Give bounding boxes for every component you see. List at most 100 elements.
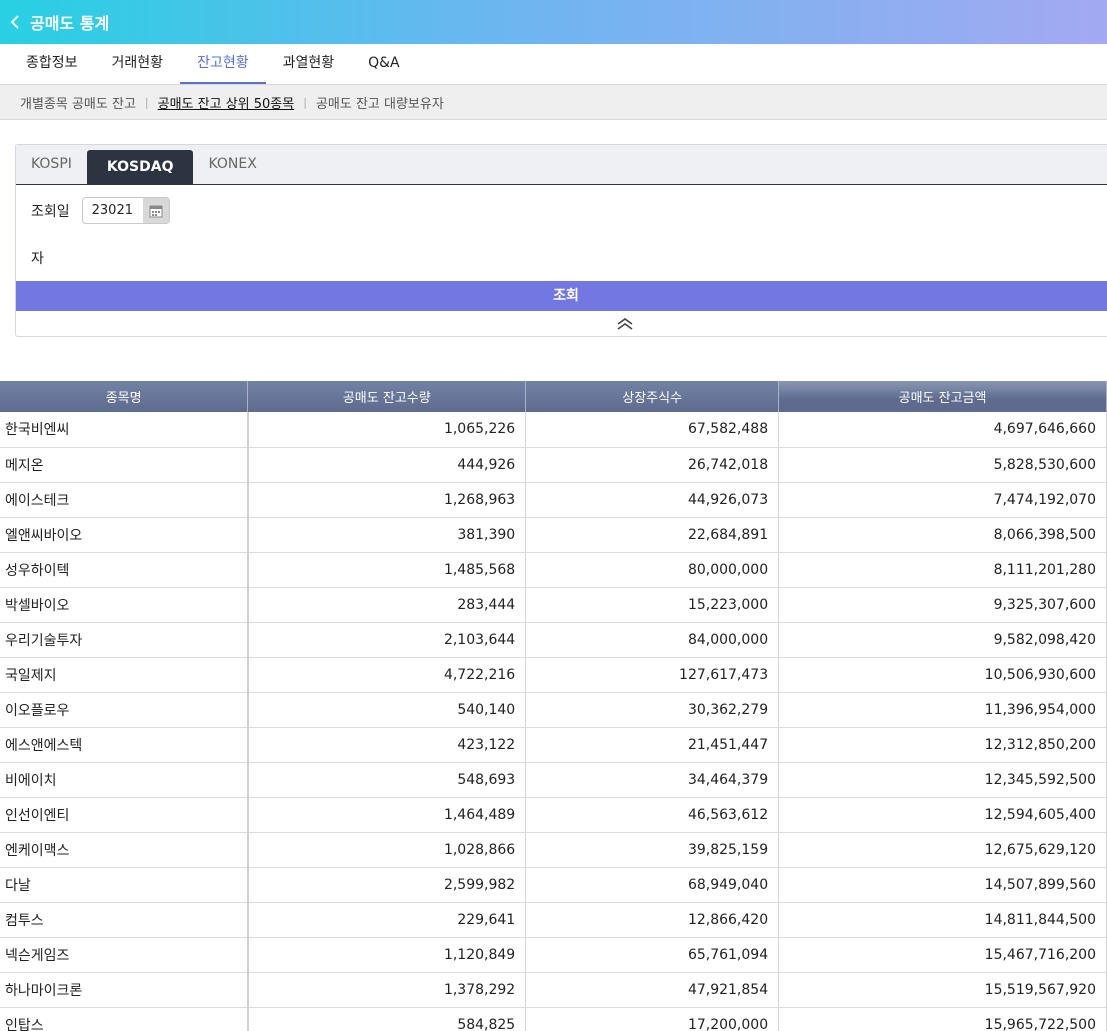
table-row[interactable]: 한국비엔씨 1,065,226 67,582,488 4,697,646,660 xyxy=(0,412,1107,448)
table-row[interactable]: 박셀바이오 283,444 15,223,000 9,325,307,600 xyxy=(0,587,1107,623)
cell-short-quantity: 381,390 xyxy=(247,517,527,553)
cell-stock-name: 박셀바이오 xyxy=(0,587,249,623)
table-row[interactable]: 하나마이크론 1,378,292 47,921,854 15,519,567,920 xyxy=(0,972,1107,1008)
cell-listed-shares: 34,464,379 xyxy=(525,762,780,798)
table-row[interactable]: 엔케이맥스 1,028,866 39,825,159 12,675,629,120 xyxy=(0,832,1107,868)
tab-konex[interactable]: KONEX xyxy=(193,145,271,184)
tab-overview[interactable]: 종합정보 xyxy=(0,44,95,84)
header-stock-name[interactable]: 종목명 xyxy=(0,381,249,412)
cell-short-quantity: 1,485,568 xyxy=(247,552,527,588)
cell-short-amount: 5,828,530,600 xyxy=(778,447,1107,483)
cell-short-amount: 15,965,722,500 xyxy=(778,1007,1107,1031)
table-row[interactable]: 인탑스 584,825 17,200,000 15,965,722,500 xyxy=(0,1007,1107,1031)
cell-stock-name: 우리기술투자 xyxy=(0,622,249,658)
table-row[interactable]: 에이스테크 1,268,963 44,926,073 7,474,192,070 xyxy=(0,482,1107,518)
tab-balance[interactable]: 잔고현황 xyxy=(180,44,266,84)
table-row[interactable]: 엘앤씨바이오 381,390 22,684,891 8,066,398,500 xyxy=(0,517,1107,553)
subnav-item-individual[interactable]: 개별종목 공매도 잔고 xyxy=(20,93,136,112)
table-row[interactable]: 에스앤에스텍 423,122 21,451,447 12,312,850,200 xyxy=(0,727,1107,763)
cell-short-amount: 14,507,899,560 xyxy=(778,867,1107,903)
cell-listed-shares: 67,582,488 xyxy=(525,412,780,448)
header-short-quantity[interactable]: 공매도 잔고수량 xyxy=(247,381,527,412)
tab-kosdaq[interactable]: KOSDAQ xyxy=(86,150,194,184)
table-row[interactable]: 우리기술투자 2,103,644 84,000,000 9,582,098,420 xyxy=(0,622,1107,658)
cell-short-quantity: 1,120,849 xyxy=(247,937,527,973)
table-row[interactable]: 이오플로우 540,140 30,362,279 11,396,954,000 xyxy=(0,692,1107,728)
cell-listed-shares: 80,000,000 xyxy=(525,552,780,588)
cell-stock-name: 인선이엔티 xyxy=(0,797,249,833)
cell-stock-name: 한국비엔씨 xyxy=(0,412,249,448)
table-row[interactable]: 성우하이텍 1,485,568 80,000,000 8,111,201,280 xyxy=(0,552,1107,588)
cell-stock-name: 메지온 xyxy=(0,447,249,483)
cell-stock-name: 성우하이텍 xyxy=(0,552,249,588)
cell-stock-name: 인탑스 xyxy=(0,1007,249,1031)
table-row[interactable]: 인선이엔티 1,464,489 46,563,612 12,594,605,400 xyxy=(0,797,1107,833)
table-row[interactable]: 비에이치 548,693 34,464,379 12,345,592,500 xyxy=(0,762,1107,798)
sub-navigation: 개별종목 공매도 잔고 | 공매도 잔고 상위 50종목 | 공매도 잔고 대량… xyxy=(0,85,1107,120)
cell-listed-shares: 44,926,073 xyxy=(525,482,780,518)
cell-short-quantity: 444,926 xyxy=(247,447,527,483)
search-button[interactable]: 조회 xyxy=(16,281,1107,311)
collapse-chevron-icon[interactable] xyxy=(616,316,634,330)
cell-short-quantity: 1,464,489 xyxy=(247,797,527,833)
cell-short-amount: 8,111,201,280 xyxy=(778,552,1107,588)
table-header-row: 종목명 공매도 잔고수량 상장주식수 공매도 잔고금액 xyxy=(0,381,1107,412)
table-row[interactable]: 다날 2,599,982 68,949,040 14,507,899,560 xyxy=(0,867,1107,903)
cell-short-quantity: 1,378,292 xyxy=(247,972,527,1008)
page-title: 공매도 통계 xyxy=(30,14,110,33)
search-panel: KOSPI KOSDAQ KONEX 조회일 23021 자 조회 xyxy=(15,144,1107,337)
cell-stock-name: 하나마이크론 xyxy=(0,972,249,1008)
cell-stock-name: 에스앤에스텍 xyxy=(0,727,249,763)
tab-qna[interactable]: Q&A xyxy=(351,44,417,84)
title-bar: 공매도 통계 xyxy=(0,0,1107,44)
subnav-divider: | xyxy=(144,95,149,109)
cell-listed-shares: 39,825,159 xyxy=(525,832,780,868)
cell-short-quantity: 1,268,963 xyxy=(247,482,527,518)
subnav-item-top50[interactable]: 공매도 잔고 상위 50종목 xyxy=(158,93,295,112)
cell-listed-shares: 15,223,000 xyxy=(525,587,780,623)
cell-listed-shares: 65,761,094 xyxy=(525,937,780,973)
header-listed-shares[interactable]: 상장주식수 xyxy=(525,381,780,412)
tab-kospi[interactable]: KOSPI xyxy=(16,145,87,184)
date-value[interactable]: 23021 xyxy=(83,203,143,218)
cell-stock-name: 엔케이맥스 xyxy=(0,832,249,868)
cell-short-quantity: 229,641 xyxy=(247,902,527,938)
tab-trading[interactable]: 거래현황 xyxy=(95,44,181,84)
tab-overheat[interactable]: 과열현황 xyxy=(266,44,352,84)
cell-stock-name: 넥슨게임즈 xyxy=(0,937,249,973)
short-balance-table: 종목명 공매도 잔고수량 상장주식수 공매도 잔고금액 한국비엔씨 1,065,2… xyxy=(0,381,1107,1031)
cell-listed-shares: 22,684,891 xyxy=(525,517,780,553)
subnav-item-large-holders[interactable]: 공매도 잔고 대량보유자 xyxy=(316,93,444,112)
header-short-amount[interactable]: 공매도 잔고금액 xyxy=(778,381,1107,412)
cell-listed-shares: 84,000,000 xyxy=(525,622,780,658)
cell-short-amount: 15,519,567,920 xyxy=(778,972,1107,1008)
cell-short-amount: 8,066,398,500 xyxy=(778,517,1107,553)
cell-stock-name: 엘앤씨바이오 xyxy=(0,517,249,553)
cell-listed-shares: 47,921,854 xyxy=(525,972,780,1008)
back-arrow-icon[interactable] xyxy=(0,0,30,44)
cell-short-amount: 12,594,605,400 xyxy=(778,797,1107,833)
date-label: 조회일 xyxy=(31,203,70,220)
table-row[interactable]: 메지온 444,926 26,742,018 5,828,530,600 xyxy=(0,447,1107,483)
cell-short-quantity: 4,722,216 xyxy=(247,657,527,693)
cell-short-amount: 12,312,850,200 xyxy=(778,727,1107,763)
cell-short-amount: 9,325,307,600 xyxy=(778,587,1107,623)
cell-listed-shares: 30,362,279 xyxy=(525,692,780,728)
main-tabs: 종합정보 거래현황 잔고현황 과열현황 Q&A xyxy=(0,44,1107,85)
calendar-icon[interactable] xyxy=(142,198,169,223)
table-row[interactable]: 넥슨게임즈 1,120,849 65,761,094 15,467,716,200 xyxy=(0,937,1107,973)
cell-short-amount: 9,582,098,420 xyxy=(778,622,1107,658)
cell-short-amount: 4,697,646,660 xyxy=(778,412,1107,448)
cell-short-quantity: 283,444 xyxy=(247,587,527,623)
date-suffix: 자 xyxy=(31,251,44,267)
cell-short-amount: 15,467,716,200 xyxy=(778,937,1107,973)
date-input[interactable]: 23021 xyxy=(81,197,170,224)
table-row[interactable]: 컴투스 229,641 12,866,420 14,811,844,500 xyxy=(0,902,1107,938)
cell-listed-shares: 17,200,000 xyxy=(525,1007,780,1031)
cell-short-amount: 7,474,192,070 xyxy=(778,482,1107,518)
cell-short-quantity: 1,065,226 xyxy=(247,412,527,448)
subnav-divider: | xyxy=(303,95,307,109)
table-body: 한국비엔씨 1,065,226 67,582,488 4,697,646,660 메지온… xyxy=(0,412,1107,1031)
table-row[interactable]: 국일제지 4,722,216 127,617,473 10,506,930,600 xyxy=(0,657,1107,693)
cell-short-quantity: 540,140 xyxy=(247,692,527,728)
